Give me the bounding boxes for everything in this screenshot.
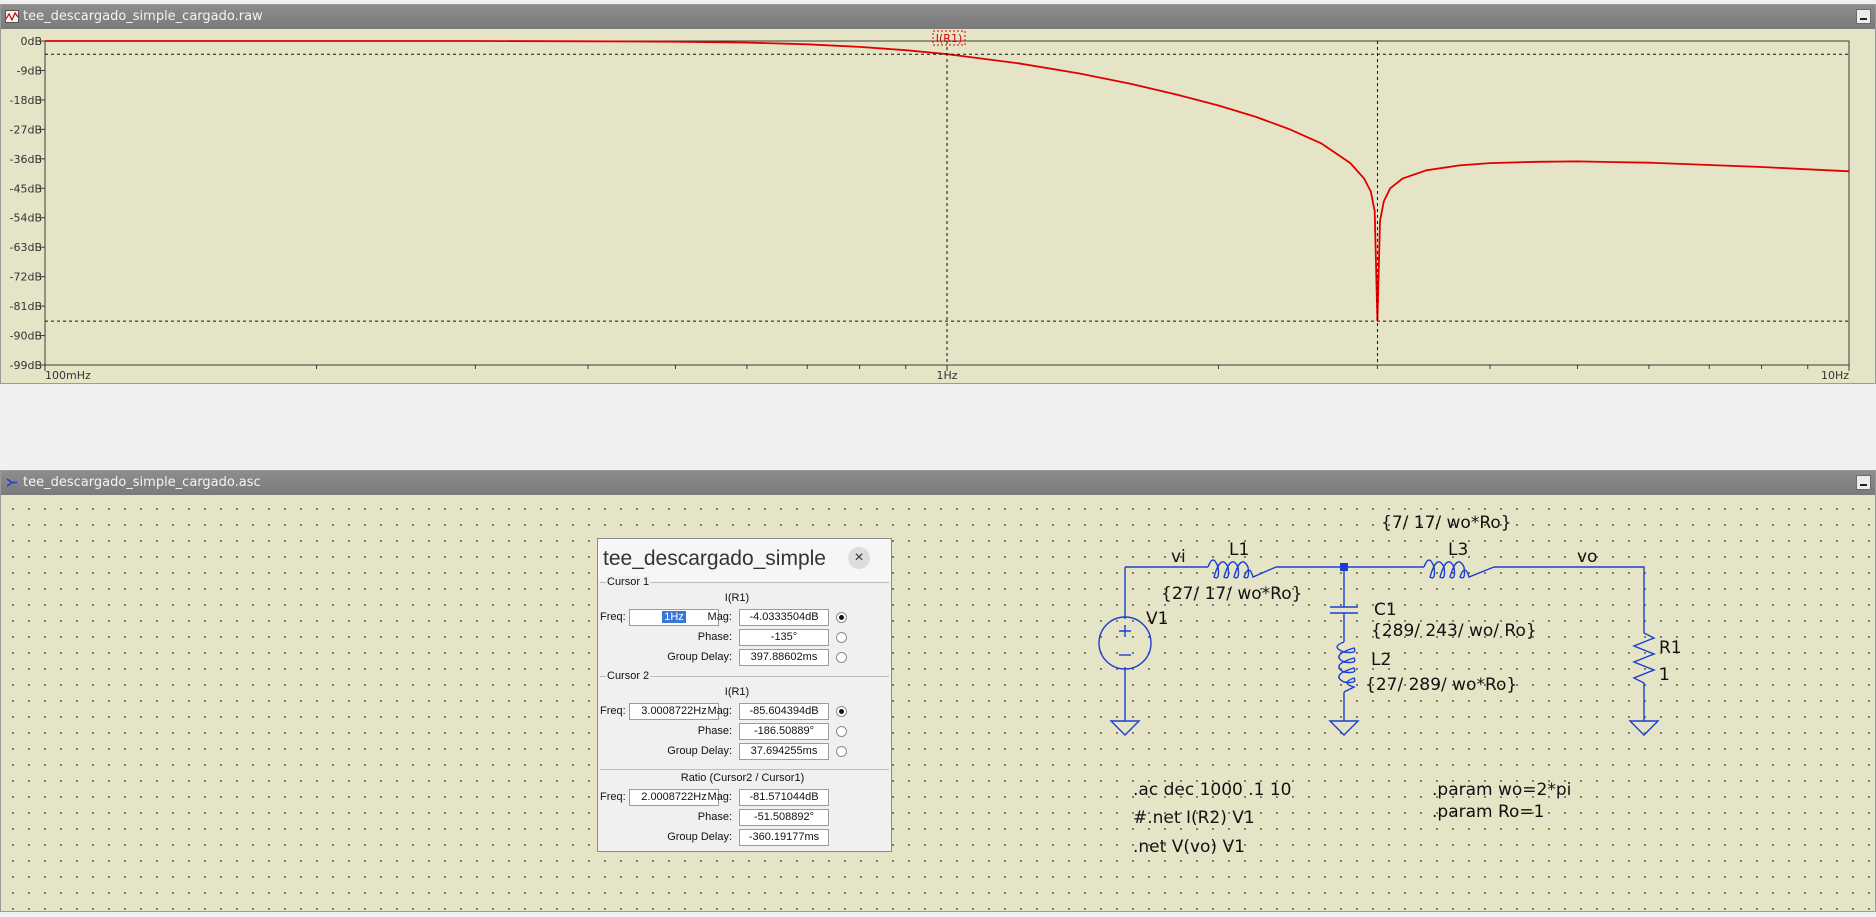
- l2-name: L2: [1371, 650, 1391, 670]
- cursor2-phase-label: Phase:: [697, 725, 732, 737]
- inductor-l2[interactable]: [1336, 641, 1356, 693]
- cursor2-phase-radio[interactable]: [836, 726, 847, 737]
- ratio-gd-label: Group Delay:: [667, 831, 732, 843]
- cursor2-gd-radio[interactable]: [836, 746, 847, 757]
- y-tick-label: -90dB: [10, 330, 43, 343]
- schematic-drawing[interactable]: vi vo L1 {27/ 17/ wo*Ro} {7/ 17/ wo*Ro} …: [1, 495, 1875, 913]
- net-label-vi: vi: [1171, 547, 1186, 567]
- ratio-phase-label: Phase:: [697, 811, 732, 823]
- cursor1-group-label: Cursor 1: [606, 576, 651, 588]
- trace-label[interactable]: I(R1): [936, 32, 962, 45]
- y-tick-label: 0dB: [20, 35, 42, 48]
- l3-name: L3: [1448, 540, 1468, 560]
- cursor2-group-label: Cursor 2: [606, 670, 651, 682]
- cursor-dialog-titlebar[interactable]: tee_descargado_simple ×: [598, 539, 891, 581]
- cursor2-mag-value: -85.604394dB: [739, 703, 829, 720]
- l2-value: {27/ 289/ wo*Ro}: [1365, 675, 1517, 695]
- directive-param-wo[interactable]: .param wo=2*pi: [1432, 780, 1571, 800]
- junction-dot: [1340, 563, 1348, 571]
- l1-value: {27/ 17/ wo*Ro}: [1161, 584, 1302, 604]
- c1-name: C1: [1374, 600, 1397, 620]
- cursor1-freq-label: Freq:: [600, 611, 626, 623]
- cursor2-gd-label: Group Delay:: [667, 745, 732, 757]
- r1-value: 1: [1659, 665, 1670, 685]
- ratio-mag-value: -81.571044dB: [739, 789, 829, 806]
- y-tick-label: -63dB: [10, 241, 43, 254]
- y-tick-label: -18dB: [10, 94, 43, 107]
- ratio-freq-label: Freq:: [600, 791, 626, 803]
- cursor2-mag-radio[interactable]: [836, 706, 847, 717]
- ratio-phase-value: -51.508892°: [739, 809, 829, 826]
- voltage-source-v1[interactable]: [1098, 616, 1152, 670]
- cursor2-trace: I(R1): [724, 686, 750, 698]
- schematic-canvas[interactable]: vi vo L1 {27/ 17/ wo*Ro} {7/ 17/ wo*Ro} …: [1, 495, 1875, 911]
- cursor-dialog-title: tee_descargado_simple: [603, 547, 826, 570]
- r1-name: R1: [1659, 638, 1682, 658]
- y-tick-label: -27dB: [10, 123, 43, 136]
- y-tick-label: -45dB: [10, 182, 43, 195]
- plot-window-title: tee_descargado_simple_cargado.raw: [23, 9, 263, 24]
- directive-net[interactable]: .net V(vo) V1: [1133, 837, 1245, 857]
- cursor1-mag-label: Mag:: [707, 611, 732, 623]
- cursor1-phase-value: -135°: [739, 629, 829, 646]
- directive-param-ro[interactable]: .param Ro=1: [1432, 802, 1545, 822]
- cursor2-group: Cursor 2 I(R1) Freq: 3.0008722Hz Mag: -8…: [600, 670, 889, 770]
- plot-window-titlebar[interactable]: tee_descargado_simple_cargado.raw: [1, 5, 1875, 29]
- x-tick-label: 100mHz: [45, 369, 91, 382]
- schematic-window-title: tee_descargado_simple_cargado.asc: [23, 475, 261, 490]
- capacitor-c1[interactable]: [1330, 606, 1358, 614]
- y-tick-label: -72dB: [10, 271, 43, 284]
- y-tick-label: -99dB: [10, 359, 43, 372]
- bode-plot[interactable]: 0dB -9dB -18dB -27dB -36dB -45dB -54dB -63dB -72…: [1, 29, 1875, 383]
- v1-name: V1: [1146, 609, 1168, 629]
- l3-value: {7/ 17/ wo*Ro}: [1381, 513, 1512, 533]
- schematic-icon: [6, 478, 17, 487]
- l1-name: L1: [1229, 540, 1249, 560]
- cursor2-gd-value: 37.694255ms: [739, 743, 829, 760]
- resistor-r1[interactable]: [1632, 625, 1656, 689]
- ratio-group: Ratio (Cursor2 / Cursor1) Freq: 2.000872…: [600, 769, 889, 850]
- directive-net-comment[interactable]: #.net I(R2) V1: [1133, 808, 1255, 828]
- cursor1-group: Cursor 1 I(R1) Freq: 1Hz Mag: -4.0333504…: [600, 576, 889, 676]
- x-tick-label: 1Hz: [936, 369, 957, 382]
- c1-value: {289/ 243/ wo/ Ro}: [1371, 621, 1537, 641]
- cursor1-mag-value: -4.0333504dB: [739, 609, 829, 626]
- cursor1-phase-radio[interactable]: [836, 632, 847, 643]
- minimize-button[interactable]: [1856, 9, 1871, 24]
- cursor-dialog: tee_descargado_simple × Cursor 1 I(R1) F…: [597, 538, 892, 852]
- cursor1-gd-radio[interactable]: [836, 652, 847, 663]
- minimize-button[interactable]: [1856, 475, 1871, 490]
- ground-v1: [1109, 720, 1141, 736]
- waveform-icon: [5, 10, 19, 23]
- cursor2-freq-label: Freq:: [600, 705, 626, 717]
- directive-ac[interactable]: .ac dec 1000 .1 10: [1133, 780, 1292, 800]
- y-tick-label: -9dB: [17, 64, 43, 77]
- y-tick-label: -36dB: [10, 153, 43, 166]
- net-label-vo: vo: [1577, 547, 1597, 567]
- cursor2-phase-value: -186.50889°: [739, 723, 829, 740]
- cursor1-phase-label: Phase:: [697, 631, 732, 643]
- ratio-gd-value: -360.19177ms: [739, 829, 829, 846]
- cursor2-mag-label: Mag:: [707, 705, 732, 717]
- wire-vo[interactable]: [1494, 566, 1645, 625]
- inductor-l1[interactable]: [1207, 559, 1277, 579]
- schematic-window-titlebar[interactable]: tee_descargado_simple_cargado.asc: [1, 471, 1875, 495]
- cursor1-trace: I(R1): [724, 592, 750, 604]
- ground-r1: [1628, 720, 1660, 736]
- ratio-group-label: Ratio (Cursor2 / Cursor1): [680, 772, 805, 784]
- plot-window: tee_descargado_simple_cargado.raw 0dB -9d…: [0, 4, 1876, 384]
- close-icon[interactable]: ×: [848, 547, 870, 569]
- schematic-window: tee_descargado_simple_cargado.asc vi vo …: [0, 470, 1876, 912]
- v1-plus-icon: [1119, 625, 1131, 637]
- ratio-mag-label: Mag:: [707, 791, 732, 803]
- y-tick-label: -81dB: [10, 300, 43, 313]
- plot-area[interactable]: 0dB -9dB -18dB -27dB -36dB -45dB -54dB -63dB -72…: [1, 29, 1875, 383]
- cursor1-gd-label: Group Delay:: [667, 651, 732, 663]
- y-tick-label: -54dB: [10, 212, 43, 225]
- ground-l2: [1328, 720, 1360, 736]
- cursor1-gd-value: 397.88602ms: [739, 649, 829, 666]
- cursor1-mag-radio[interactable]: [836, 612, 847, 623]
- x-tick-label: 10Hz: [1821, 369, 1849, 382]
- inductor-l3[interactable]: [1423, 559, 1495, 579]
